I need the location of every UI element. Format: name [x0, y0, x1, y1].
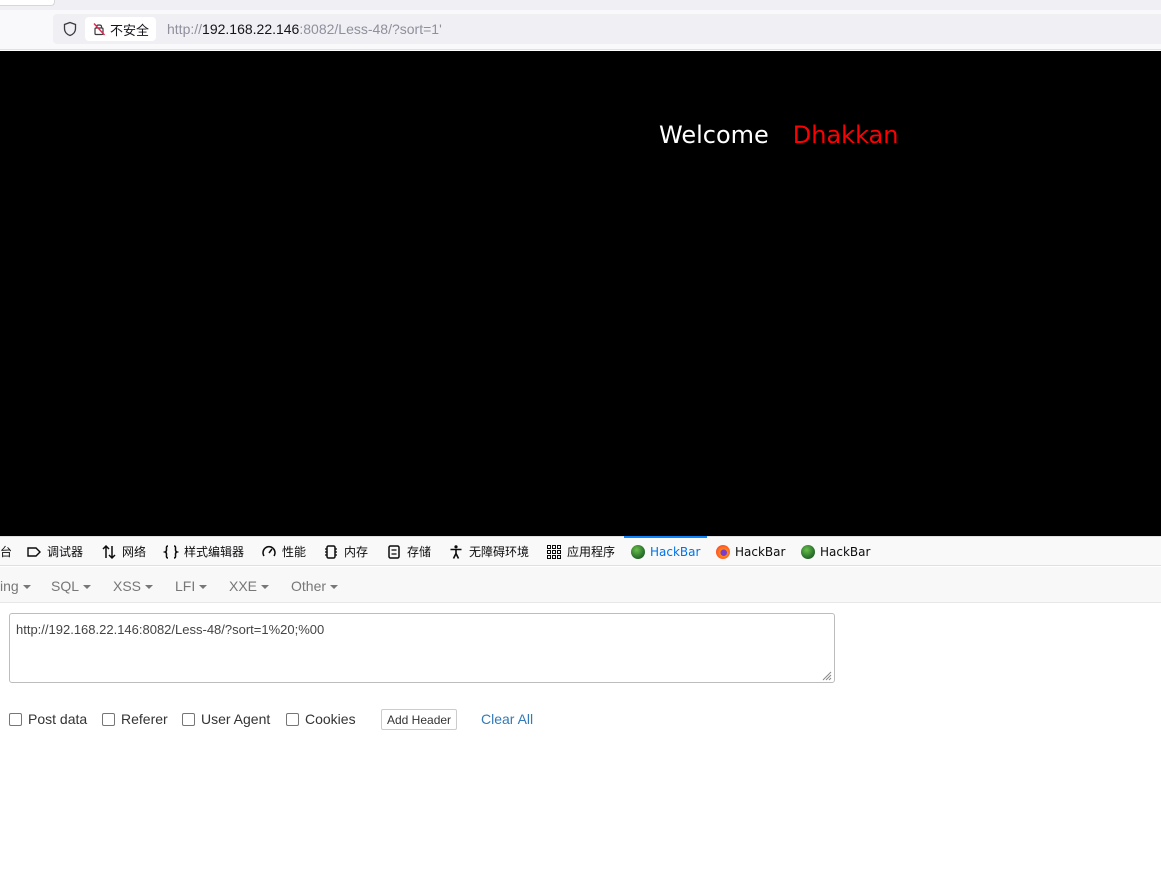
- shield-icon[interactable]: [62, 21, 78, 37]
- tab-label: 应用程序: [567, 545, 616, 559]
- menu-lfi[interactable]: LFI: [175, 578, 208, 594]
- accessibility-icon: [450, 544, 462, 559]
- tab-style-editor[interactable]: 样式编辑器: [163, 537, 244, 566]
- tab-hackbar-3[interactable]: HackBar: [801, 537, 870, 566]
- welcome-message: Welcome Dhakkan: [659, 121, 898, 149]
- post-data-checkbox[interactable]: Post data: [9, 711, 87, 727]
- menu-xxe[interactable]: XXE: [229, 578, 270, 594]
- referer-checkbox[interactable]: Referer: [102, 711, 168, 727]
- resize-grip-icon[interactable]: [820, 669, 832, 681]
- tab-strip: [0, 0, 1161, 10]
- navigation-bar: 不安全 http://192.168.22.146:8082/Less-48/?…: [0, 10, 1161, 50]
- menu-label: SQL: [51, 578, 80, 594]
- hackbar-green-icon: [801, 544, 815, 559]
- menu-label: ing: [0, 578, 19, 594]
- address-bar[interactable]: 不安全 http://192.168.22.146:8082/Less-48/?…: [53, 14, 1161, 44]
- style-editor-icon: [163, 544, 179, 559]
- tab-application[interactable]: 应用程序: [546, 537, 615, 566]
- clear-all-link[interactable]: Clear All: [481, 711, 533, 727]
- tab-console[interactable]: 台: [0, 537, 12, 566]
- checkbox-label: Referer: [121, 711, 168, 727]
- network-icon: [102, 544, 116, 559]
- caret-down-icon: [199, 585, 208, 590]
- tab-label: HackBar: [735, 544, 786, 559]
- menu-other[interactable]: Other: [291, 578, 339, 594]
- checkbox-label: User Agent: [201, 711, 271, 727]
- site-security-button[interactable]: 不安全: [85, 17, 157, 41]
- checkbox-box[interactable]: [182, 712, 195, 726]
- menu-label: XXE: [229, 578, 258, 594]
- user-agent-checkbox[interactable]: User Agent: [182, 711, 270, 727]
- url-host: 192.168.22.146: [202, 21, 300, 37]
- tab-storage[interactable]: 存储: [386, 537, 431, 566]
- add-header-button[interactable]: Add Header: [381, 709, 458, 730]
- checkbox-box[interactable]: [102, 712, 115, 726]
- hackbar-menu: ing SQL XSS LFI XXE Other: [0, 567, 1161, 603]
- devtools-toolbar: 台 调试器 网络 样式编辑器 性能 内存 存储 无障碍环境 应用程序 HackB…: [0, 536, 1161, 566]
- storage-icon: [388, 544, 400, 559]
- checkbox-box[interactable]: [286, 712, 299, 726]
- application-icon: [547, 544, 561, 559]
- menu-encoding[interactable]: ing: [0, 578, 31, 594]
- tab-performance[interactable]: 性能: [261, 537, 306, 566]
- url-path: :8082/Less-48/?sort=1': [299, 21, 442, 37]
- insecure-lock-icon: [93, 23, 106, 36]
- url-text[interactable]: http://192.168.22.146:8082/Less-48/?sort…: [167, 21, 442, 37]
- tab-label: 台: [0, 545, 13, 559]
- browser-tab[interactable]: [0, 0, 55, 6]
- tab-label: 网络: [122, 545, 147, 559]
- page-viewport: Welcome Dhakkan: [0, 51, 1161, 536]
- menu-xss[interactable]: XSS: [113, 578, 154, 594]
- menu-label: LFI: [175, 578, 196, 594]
- hackbar-green-icon: [631, 544, 645, 559]
- tab-label: 内存: [344, 545, 369, 559]
- menu-label: XSS: [113, 578, 142, 594]
- welcome-name: Dhakkan: [792, 121, 899, 149]
- tab-debugger[interactable]: 调试器: [26, 537, 83, 566]
- caret-down-icon: [83, 585, 92, 590]
- tab-label: 无障碍环境: [469, 545, 530, 559]
- caret-down-icon: [145, 585, 154, 590]
- tab-accessibility[interactable]: 无障碍环境: [448, 537, 529, 566]
- caret-down-icon: [330, 585, 339, 590]
- hackbar-firefox-icon: [716, 544, 730, 559]
- debugger-icon: [27, 546, 41, 557]
- url-prefix: http://: [167, 21, 203, 37]
- hackbar-options: Post data Referer User Agent Cookies Add…: [9, 709, 1009, 731]
- tab-hackbar-1[interactable]: HackBar: [623, 536, 708, 566]
- caret-down-icon: [261, 585, 270, 590]
- tab-label: HackBar: [820, 544, 871, 559]
- checkbox-label: Cookies: [305, 711, 356, 727]
- hackbar-url-input[interactable]: [9, 613, 835, 683]
- tab-memory[interactable]: 内存: [323, 537, 368, 566]
- tab-hackbar-2[interactable]: HackBar: [716, 537, 785, 566]
- menu-label: Other: [291, 578, 327, 594]
- security-label: 不安全: [110, 23, 150, 39]
- tab-network[interactable]: 网络: [101, 537, 146, 566]
- checkbox-box[interactable]: [9, 712, 22, 726]
- memory-icon: [325, 544, 337, 559]
- performance-icon: [262, 545, 276, 556]
- caret-down-icon: [22, 585, 31, 590]
- welcome-text: Welcome: [659, 121, 769, 149]
- cookies-checkbox[interactable]: Cookies: [286, 711, 356, 727]
- tab-label: HackBar: [650, 544, 701, 559]
- tab-label: 性能: [282, 545, 307, 559]
- tab-label: 存储: [407, 545, 432, 559]
- menu-sql[interactable]: SQL: [51, 578, 92, 594]
- checkbox-label: Post data: [28, 711, 88, 727]
- tab-label: 样式编辑器: [184, 545, 245, 559]
- tab-label: 调试器: [47, 545, 84, 559]
